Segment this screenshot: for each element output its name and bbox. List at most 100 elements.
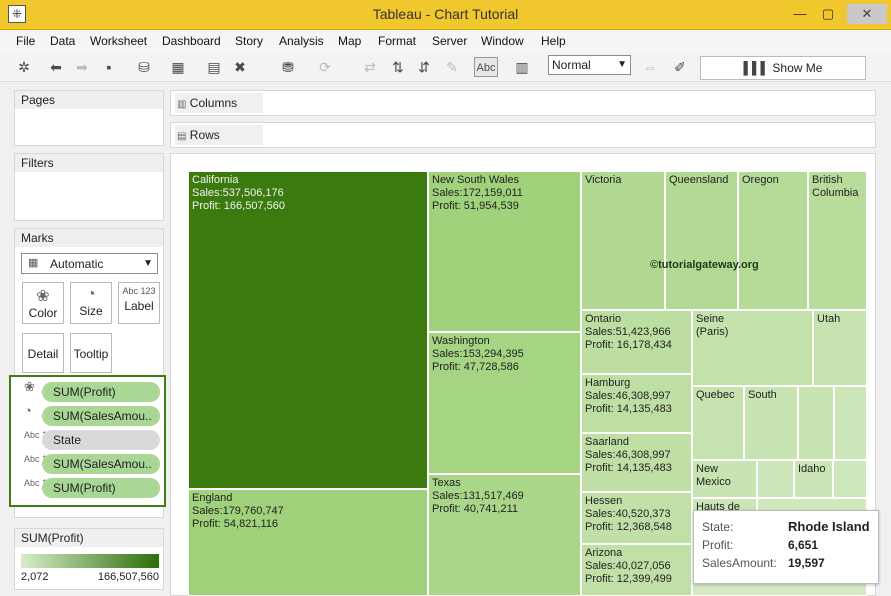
menu-analysis[interactable]: Analysis [279, 34, 324, 48]
save-icon[interactable]: ▪ [99, 57, 119, 77]
legend-min: 2,072 [21, 571, 49, 583]
clear-sheet-icon[interactable]: ✖ [230, 57, 250, 77]
fit-icon[interactable]: ⇔ [640, 57, 660, 77]
treemap-cell-label: Quebec [696, 389, 735, 401]
minimize-button[interactable]: — [790, 4, 810, 24]
forward-arrow-icon[interactable]: ➡ [72, 57, 92, 77]
pill-state-label[interactable]: Abc 123 State [14, 430, 160, 450]
treemap-cell-label: Sales:153,294,395 [432, 348, 524, 360]
pill-sales-label[interactable]: Abc 123 SUM(SalesAmou.. [14, 454, 160, 474]
pages-card[interactable]: Pages [14, 90, 164, 146]
menu-dashboard[interactable]: Dashboard [162, 34, 221, 48]
menu-help[interactable]: Help [541, 34, 566, 48]
treemap-cell-label: (Paris) [696, 326, 729, 338]
treemap-cell[interactable]: England Sales:179,760,747 Profit: 54,821,1… [188, 489, 428, 596]
treemap-cell[interactable]: California Sales:537,506,176 Profit: 166,5… [188, 171, 428, 489]
menu-server[interactable]: Server [432, 34, 467, 48]
back-arrow-icon[interactable]: ⬅ [46, 57, 66, 77]
treemap-cell-small[interactable] [757, 460, 794, 498]
columns-shelf[interactable]: ▥ Columns [170, 90, 876, 116]
treemap-cell-small[interactable] [798, 386, 834, 460]
treemap-cell-small[interactable] [833, 460, 867, 498]
treemap-cell-label: British [812, 174, 843, 186]
detail-label: Detail [27, 347, 59, 361]
treemap-cell[interactable]: South [744, 386, 798, 460]
maximize-button[interactable]: ▢ [818, 4, 838, 24]
pill-profit-label[interactable]: Abc 123 SUM(Profit) [14, 478, 160, 498]
treemap-cell-label: Profit: 16,178,434 [585, 339, 672, 351]
rows-shelf[interactable]: ▤ Rows [170, 122, 876, 148]
highlight-icon[interactable]: ✎ [442, 57, 462, 77]
duplicate-sheet-icon[interactable]: ▤ [204, 57, 224, 77]
menu-file[interactable]: File [16, 34, 35, 48]
filters-card[interactable]: Filters [14, 153, 164, 221]
treemap-cell[interactable]: Queensland [665, 171, 738, 310]
menu-worksheet[interactable]: Worksheet [90, 34, 147, 48]
menu-story[interactable]: Story [235, 34, 263, 48]
pause-updates-icon[interactable]: ⛃ [278, 57, 298, 77]
label-button[interactable]: Abc 123 Label [118, 282, 160, 324]
treemap-cell[interactable]: Arizona Sales:40,027,056 Profit: 12,399,49… [581, 544, 692, 596]
treemap-cell[interactable]: Washington Sales:153,294,395 Profit: 47,72… [428, 332, 581, 474]
treemap-cell[interactable]: Idaho [794, 460, 833, 498]
menu-data[interactable]: Data [50, 34, 75, 48]
treemap-cell-label: Profit: 40,741,211 [432, 503, 519, 515]
treemap-cell[interactable]: New South Wales Sales:172,159,011 Profit: … [428, 171, 581, 332]
treemap-cell[interactable]: Hessen Sales:40,520,373 Profit: 12,368,548 [581, 492, 692, 544]
new-worksheet-icon[interactable]: ▦ [168, 57, 188, 77]
treemap-cell[interactable]: New Mexico [692, 460, 757, 498]
pen-icon[interactable]: ✐ [670, 57, 690, 77]
treemap-cell-label: Profit: 51,954,539 [432, 200, 519, 212]
close-button[interactable]: ✕ [847, 4, 887, 24]
treemap-cell[interactable]: Hamburg Sales:46,308,997 Profit: 14,135,48… [581, 374, 692, 433]
detail-button[interactable]: Detail [22, 333, 64, 373]
menu-format[interactable]: Format [378, 34, 416, 48]
treemap-cell-label: Sales:40,520,373 [585, 508, 671, 520]
treemap-cell[interactable]: Quebec [692, 386, 744, 460]
new-datasource-icon[interactable]: ⛁ [134, 57, 154, 77]
chart-type-icon[interactable]: ▥ [512, 57, 532, 77]
menu-window[interactable]: Window [481, 34, 524, 48]
treemap-cell[interactable]: Utah [813, 310, 867, 386]
treemap-cell[interactable]: Saarland Sales:46,308,997 Profit: 14,135,4… [581, 433, 692, 492]
treemap-cell[interactable]: Seine (Paris) [692, 310, 813, 386]
treemap-cell[interactable]: British Columbia [808, 171, 867, 310]
pill-profit-color[interactable]: ❀ SUM(Profit) [14, 380, 160, 402]
treemap-cell-label: Profit: 54,821,116 [192, 518, 279, 530]
pill-label: SUM(Profit) [42, 478, 160, 498]
treemap-cell[interactable]: Ontario Sales:51,423,966 Profit: 16,178,43… [581, 310, 692, 374]
treemap-cell-label: Profit: 14,135,483 [585, 403, 672, 415]
treemap-cell[interactable]: Victoria [581, 171, 665, 310]
treemap-cell[interactable]: Oregon [738, 171, 808, 310]
refresh-icon[interactable]: ⟳ [315, 57, 335, 77]
treemap-cell-label: Sales:40,027,056 [585, 560, 671, 572]
watermark-text: ©tutorialgateway.org [650, 259, 759, 271]
treemap-cell[interactable]: Texas Sales:131,517,469 Profit: 40,741,211 [428, 474, 581, 596]
sort-ascending-icon[interactable]: ⇅ [388, 57, 408, 77]
treemap-cell-label: Utah [817, 313, 841, 325]
pill-sales-size[interactable]: ◔ SUM(SalesAmou.. [14, 404, 160, 426]
sort-descending-icon[interactable]: ⇵ [414, 57, 434, 77]
treemap-cell-small[interactable] [834, 386, 867, 460]
treemap-cell-label: Sales:51,423,966 [585, 326, 671, 338]
mark-type-select[interactable]: ▦ Automatic ▼ [21, 253, 158, 274]
pill-label: State [42, 430, 160, 450]
menu-map[interactable]: Map [338, 34, 361, 48]
swap-icon[interactable]: ⇄ [360, 57, 380, 77]
label-toggle-button[interactable]: Abc [474, 57, 498, 77]
label-label: Label [124, 299, 154, 313]
tooltip-button[interactable]: Tooltip [70, 333, 112, 373]
tooltip-state-value: Rhode Island [788, 519, 870, 534]
size-button[interactable]: ◔ Size [70, 282, 112, 324]
pill-label: SUM(SalesAmou.. [42, 406, 160, 426]
color-legend: SUM(Profit) 2,072 166,507,560 [14, 528, 164, 590]
treemap-cell-label: Arizona [585, 547, 623, 559]
treemap-cell-label: California [192, 174, 239, 186]
show-me-button[interactable]: ▌▌▌ Show Me [700, 56, 866, 80]
view-size-select[interactable]: Normal ▼ [548, 55, 631, 75]
tableau-logo-icon[interactable]: ✲ [14, 57, 34, 77]
color-icon: ❀ [36, 288, 50, 305]
treemap-cell-label: Queensland [669, 174, 729, 186]
color-button[interactable]: ❀ Color [22, 282, 64, 324]
treemap-cell-label: Profit: 47,728,586 [432, 361, 519, 373]
